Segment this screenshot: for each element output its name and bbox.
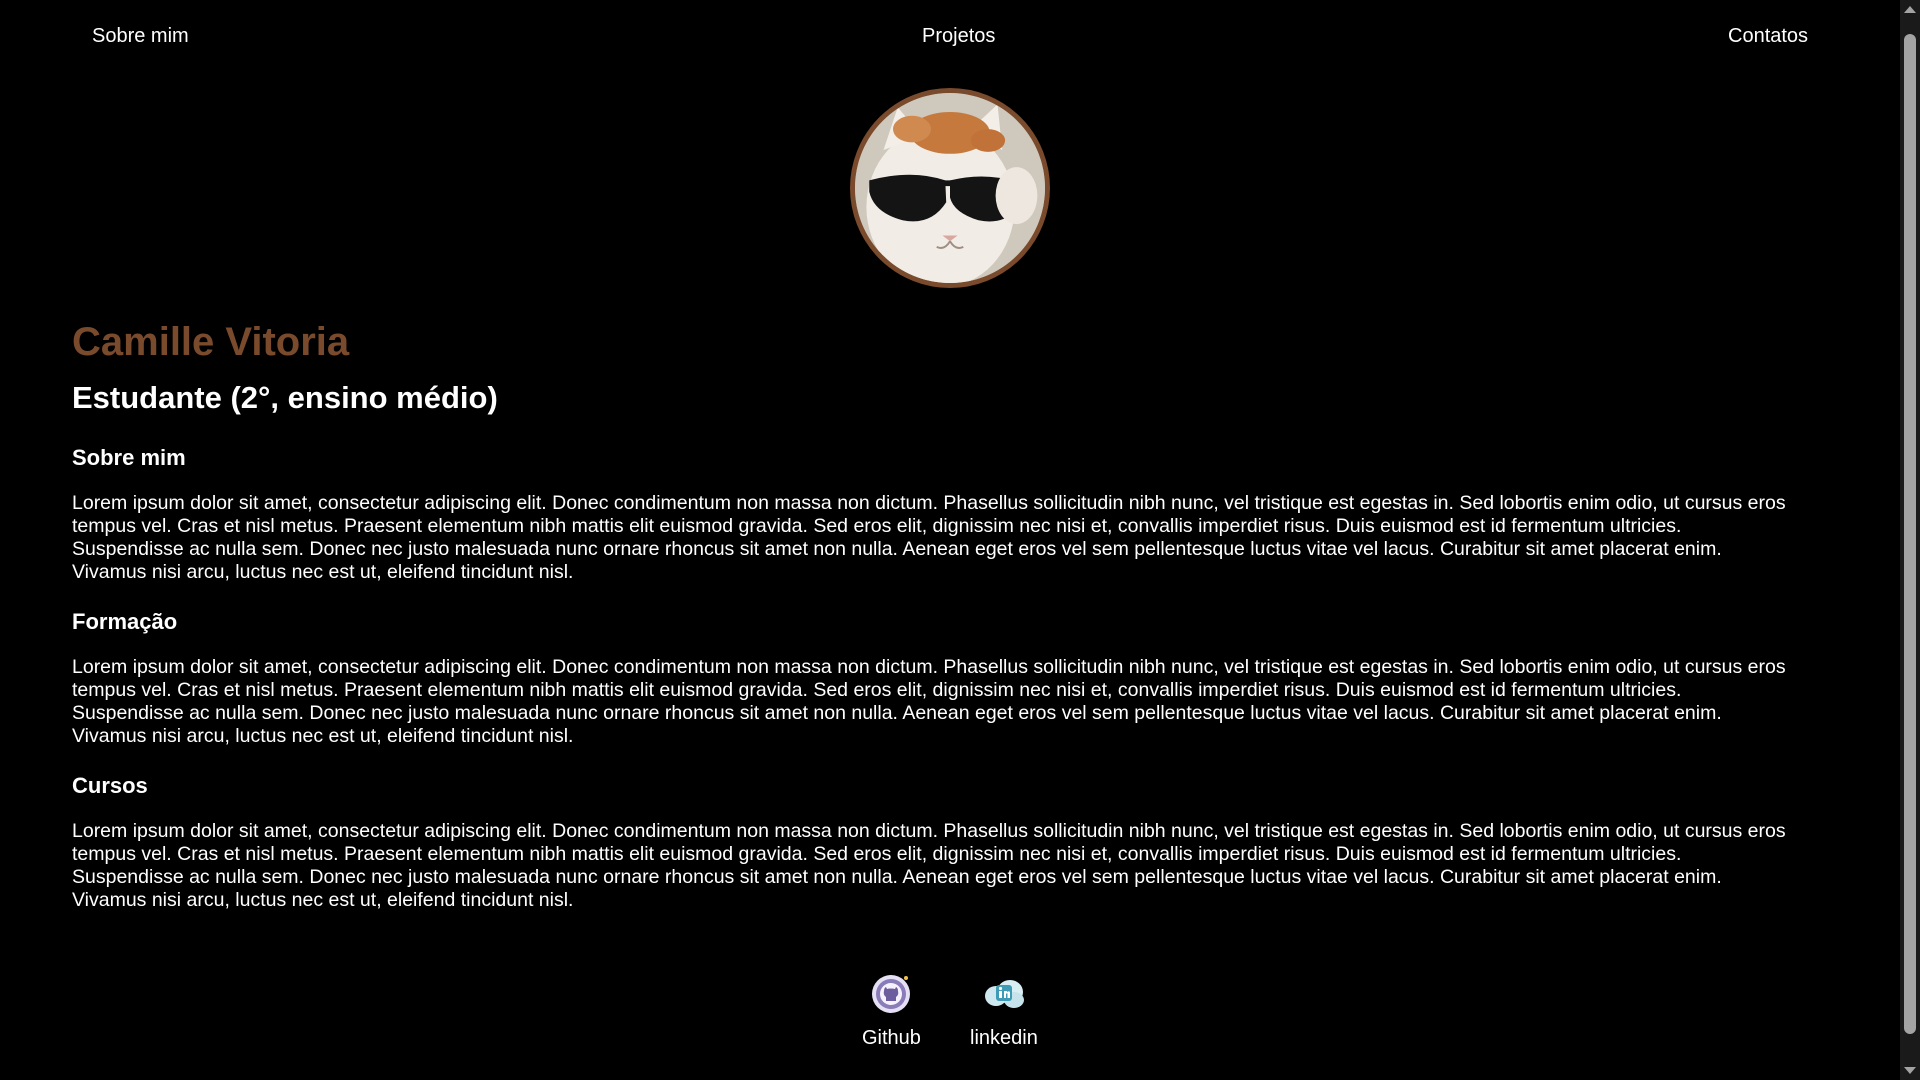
profile-name: Camille Vitoria — [72, 320, 350, 364]
section-text-courses: Lorem ipsum dolor sit amet, consectetur … — [72, 820, 1786, 911]
linkedin-icon — [984, 980, 1024, 1008]
nav-link-projects[interactable]: Projetos — [922, 24, 995, 48]
vertical-scrollbar[interactable] — [1900, 0, 1920, 1080]
github-link[interactable]: Github — [862, 972, 921, 1050]
section-text-about: Lorem ipsum dolor sit amet, consectetur … — [72, 492, 1786, 583]
nav-link-about[interactable]: Sobre mim — [92, 24, 189, 48]
main-content: Camille Vitoria Estudante (2°, ensino mé… — [72, 316, 1792, 912]
profile-role: Estudante (2°, ensino médio) — [72, 380, 498, 415]
linkedin-label: linkedin — [970, 1027, 1038, 1049]
github-label: Github — [862, 1027, 921, 1049]
avatar — [850, 88, 1050, 288]
section-text-education: Lorem ipsum dolor sit amet, consectetur … — [72, 656, 1786, 747]
scroll-up-icon[interactable] — [1904, 6, 1916, 13]
github-icon — [872, 975, 911, 1013]
section-title-about: Sobre mim — [72, 445, 186, 470]
scrollbar-thumb[interactable] — [1904, 34, 1916, 1034]
portfolio-page: Sobre mim Projetos Contatos Camille Vito… — [0, 0, 1900, 1080]
section-title-education: Formação — [72, 609, 178, 634]
section-title-courses: Cursos — [72, 773, 148, 798]
linkedin-link[interactable]: linkedin — [970, 972, 1038, 1050]
nav-link-contacts[interactable]: Contatos — [1728, 24, 1808, 48]
scroll-down-icon[interactable] — [1904, 1067, 1916, 1074]
cat-with-sunglasses-photo — [855, 93, 1045, 283]
